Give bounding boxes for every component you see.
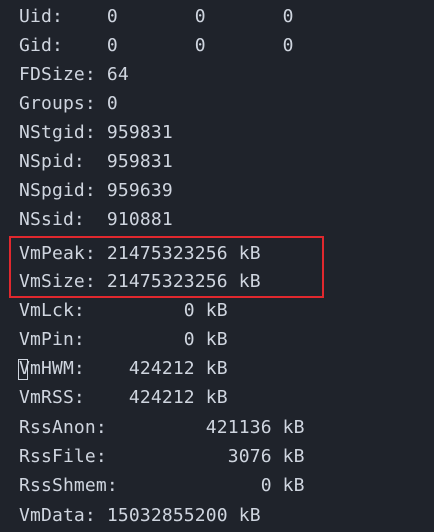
status-line-nspgid: NSpgid: 959639 [19, 180, 173, 201]
highlight-box [9, 236, 324, 298]
status-line-vmlck: VmLck: 0 kB [19, 300, 228, 321]
status-line-rssshmem: RssShmem: 0 kB [19, 475, 305, 496]
status-line-nssid: NSsid: 910881 [19, 209, 173, 230]
status-line-groups: Groups: 0 [19, 93, 118, 114]
status-line-vmhwm: VmHWM: 424212 kB [19, 358, 228, 379]
status-line-rssfile: RssFile: 3076 kB [19, 446, 305, 467]
status-line-vmpin: VmPin: 0 kB [19, 329, 228, 350]
status-line-gid: Gid: 0 0 0 [19, 35, 294, 56]
status-line-uid: Uid: 0 0 0 [19, 6, 294, 27]
status-line-nstgid: NStgid: 959831 [19, 122, 173, 143]
status-line-vmdata: VmData: 15032855200 kB [19, 505, 261, 526]
terminal-output: Uid: 0 0 0 Gid: 0 0 0 FDSize: 64 Groups:… [0, 0, 434, 532]
text-cursor [18, 359, 28, 380]
status-line-rssanon: RssAnon: 421136 kB [19, 417, 305, 438]
status-line-fdsize: FDSize: 64 [19, 64, 129, 85]
status-line-vmrss: VmRSS: 424212 kB [19, 387, 228, 408]
status-line-nspid: NSpid: 959831 [19, 151, 173, 172]
